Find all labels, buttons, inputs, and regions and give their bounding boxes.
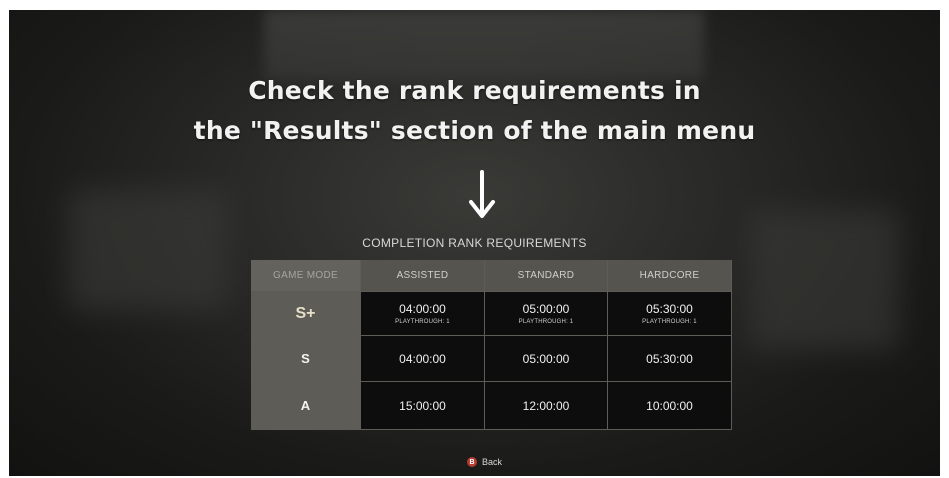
table-cell: 05:30:00 PLAYTHROUGH: 1 xyxy=(608,292,732,336)
column-header-game-mode: GAME MODE xyxy=(251,260,361,292)
column-header-hardcore: HARDCORE xyxy=(608,260,732,292)
time-value: 15:00:00 xyxy=(399,398,446,413)
time-value: 04:00:00 xyxy=(399,302,446,316)
time-value: 12:00:00 xyxy=(522,398,570,413)
rank-label-a: A xyxy=(251,382,361,430)
column-header-assisted: ASSISTED xyxy=(361,260,485,292)
rank-requirements-table: GAME MODE ASSISTED STANDARD HARDCORE S+ … xyxy=(251,260,732,430)
table-cell: 15:00:00 xyxy=(361,382,485,430)
table-cell: 12:00:00 xyxy=(485,382,608,430)
b-button-icon: B xyxy=(467,457,477,467)
background-blur-left xyxy=(69,190,229,310)
time-value: 05:30:00 xyxy=(646,302,693,316)
time-value: 05:00:00 xyxy=(522,302,570,316)
arrow-down-icon xyxy=(469,170,495,218)
back-label: Back xyxy=(482,457,503,467)
table-cell: 05:00:00 xyxy=(485,336,608,382)
rank-label-s-plus: S+ xyxy=(251,292,361,336)
time-value: 05:30:00 xyxy=(646,351,693,366)
playthrough-note: PLAYTHROUGH: 1 xyxy=(395,319,450,325)
table-cell: 05:00:00 PLAYTHROUGH: 1 xyxy=(485,292,608,336)
column-header-standard: STANDARD xyxy=(485,260,608,292)
background-menu-blur xyxy=(264,10,704,80)
background-blur-right xyxy=(749,210,899,350)
headline-line-1: Check the rank requirements in xyxy=(248,76,701,105)
game-screen: Check the rank requirements in the "Resu… xyxy=(9,10,940,476)
table-cell: 10:00:00 xyxy=(608,382,732,430)
table-cell: 04:00:00 PLAYTHROUGH: 1 xyxy=(361,292,485,336)
time-value: 05:00:00 xyxy=(522,351,570,366)
back-button[interactable]: B Back xyxy=(467,457,502,467)
table-cell: 05:30:00 xyxy=(608,336,732,382)
playthrough-note: PLAYTHROUGH: 1 xyxy=(518,319,574,325)
time-value: 04:00:00 xyxy=(399,351,446,366)
time-value: 10:00:00 xyxy=(646,398,693,413)
headline-line-2: the "Results" section of the main menu xyxy=(193,116,756,145)
table-cell: 04:00:00 xyxy=(361,336,485,382)
table-title: COMPLETION RANK REQUIREMENTS xyxy=(362,236,587,250)
rank-label-s: S xyxy=(251,336,361,382)
playthrough-note: PLAYTHROUGH: 1 xyxy=(642,319,697,325)
